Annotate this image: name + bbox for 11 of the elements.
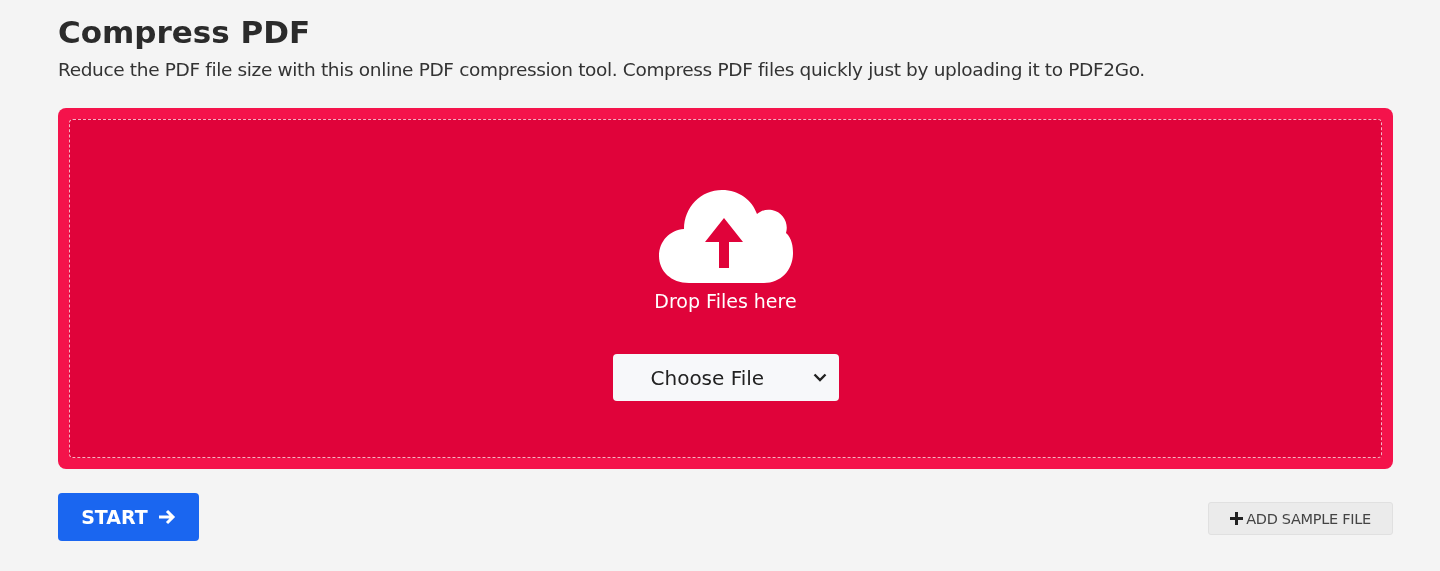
chevron-down-icon [812, 373, 827, 382]
plus-icon [1230, 512, 1244, 525]
arrow-right-icon [157, 509, 176, 525]
choose-file-button[interactable]: Choose File [612, 354, 839, 401]
add-sample-file-button[interactable]: ADD SAMPLE FILE [1208, 502, 1393, 535]
drop-files-label: Drop Files here [654, 290, 797, 312]
page-description: Reduce the PDF file size with this online PDF compression tool. Compress PDF files quickly just by uploading it to PDF2Go. [58, 58, 1146, 82]
dropzone[interactable]: Drop Files here Choose File [58, 108, 1393, 469]
cloud-upload-icon [658, 190, 793, 284]
page-title: Compress PDF [58, 13, 312, 52]
start-button[interactable]: START [58, 493, 199, 541]
